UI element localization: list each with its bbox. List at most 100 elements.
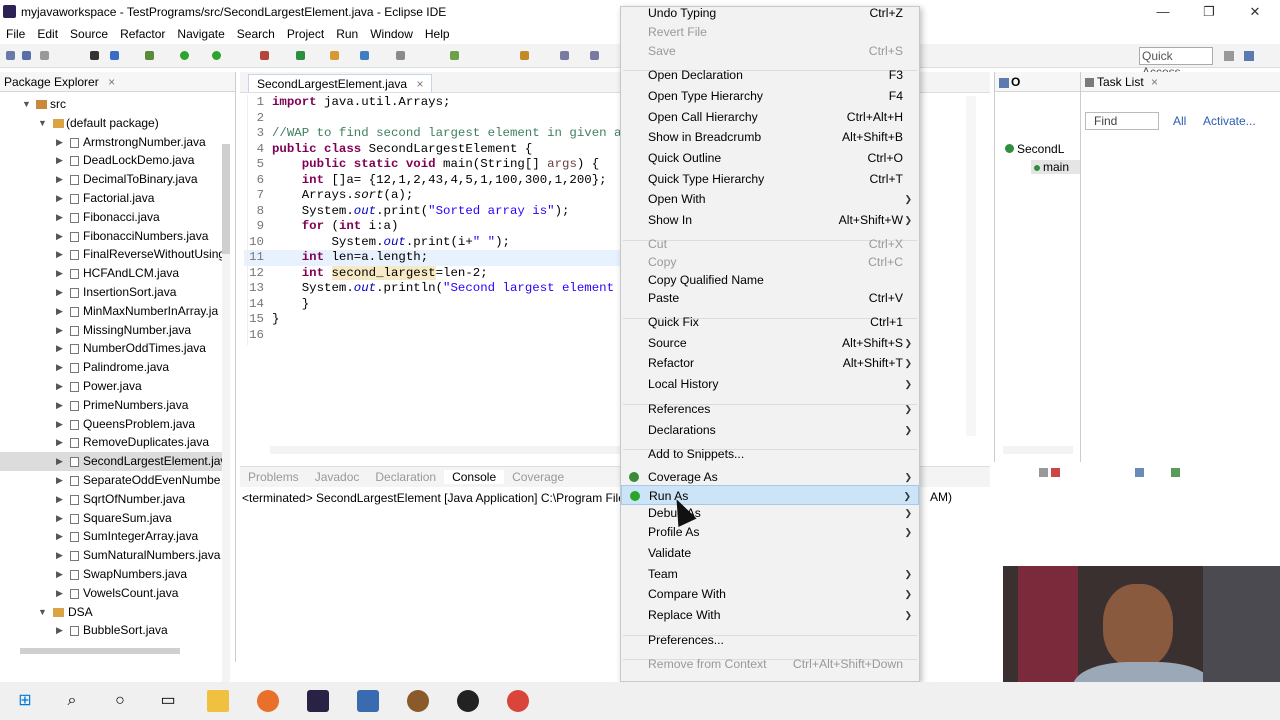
menu-item-profile-as[interactable]: Profile As ❯: [621, 522, 919, 542]
menu-file[interactable]: File: [0, 27, 31, 41]
menu-item-quick-outline[interactable]: Quick Outline Ctrl+O: [621, 148, 919, 168]
tree-item-file[interactable]: ▶ SumNaturalNumbers.java: [0, 546, 222, 565]
scrollbar-thumb[interactable]: [222, 144, 230, 254]
tree-item-file[interactable]: ▶ NumberOddTimes.java: [0, 339, 222, 358]
menu-item-show-in[interactable]: Show In Alt+Shift+W ❯: [621, 210, 919, 230]
menu-item-open-call-hierarchy[interactable]: Open Call Hierarchy Ctrl+Alt+H: [621, 107, 919, 127]
maximize-button[interactable]: ❐: [1186, 0, 1232, 24]
menu-item-quick-type-hierarchy[interactable]: Quick Type Hierarchy Ctrl+T: [621, 169, 919, 189]
search-icon[interactable]: ⌕: [61, 690, 83, 712]
menu-item-open-declaration[interactable]: Open Declaration F3: [621, 65, 919, 85]
tree-item-file[interactable]: ▶ SquareSum.java: [0, 509, 222, 528]
tree-item-file[interactable]: ▶ SecondLargestElement.jav: [0, 452, 226, 471]
tree-item-file[interactable]: ▶ MissingNumber.java: [0, 321, 222, 340]
chevron-right-icon[interactable]: ▶: [56, 509, 63, 528]
menu-window[interactable]: Window: [364, 27, 419, 41]
chevron-right-icon[interactable]: ▶: [56, 208, 63, 227]
tree-item-file[interactable]: ▶ FinalReverseWithoutUsing: [0, 245, 225, 264]
menu-item-copy[interactable]: Copy Ctrl+C: [621, 252, 919, 272]
chevron-right-icon[interactable]: ▶: [56, 339, 63, 358]
tree-item-file[interactable]: ▶ PrimeNumbers.java: [0, 396, 222, 415]
menu-item-save[interactable]: Save Ctrl+S: [621, 41, 919, 61]
chevron-down-icon[interactable]: ▼: [22, 95, 31, 114]
open-console-icon[interactable]: [1171, 468, 1180, 477]
open-type-icon[interactable]: [396, 51, 405, 60]
tab-console[interactable]: Console: [444, 470, 505, 484]
tree-item-file[interactable]: ▶ QueensProblem.java: [0, 415, 222, 434]
annotation-icon[interactable]: [520, 51, 529, 60]
close-icon[interactable]: ×: [416, 77, 423, 91]
menu-item-paste[interactable]: Paste Ctrl+V: [621, 288, 919, 308]
print-icon[interactable]: [90, 51, 99, 60]
file-explorer-icon[interactable]: [207, 690, 229, 712]
menu-item-refactor[interactable]: Refactor Alt+Shift+T ❯: [621, 353, 919, 373]
new-icon[interactable]: [6, 51, 15, 60]
tree-item-file[interactable]: ▶ FibonacciNumbers.java: [0, 227, 222, 246]
outline-class[interactable]: SecondL: [1005, 142, 1064, 156]
chevron-right-icon[interactable]: ▶: [56, 245, 63, 264]
menu-item-declarations[interactable]: Declarations ❯: [621, 420, 919, 440]
menu-item-local-history[interactable]: Local History ❯: [621, 374, 919, 394]
menu-search[interactable]: Search: [231, 27, 281, 41]
chevron-right-icon[interactable]: ▶: [56, 527, 63, 546]
outline-tab[interactable]: O: [995, 72, 1080, 92]
terminal-icon[interactable]: [110, 51, 119, 60]
menu-item-debug-as[interactable]: Debug As ❯: [621, 503, 919, 523]
cortana-icon[interactable]: ○: [109, 690, 131, 712]
chevron-right-icon[interactable]: ▶: [56, 396, 63, 415]
chevron-right-icon[interactable]: ▶: [56, 415, 63, 434]
menu-item-preferences[interactable]: Preferences...: [621, 630, 919, 650]
menu-run[interactable]: Run: [330, 27, 364, 41]
tree-item-file[interactable]: ▶ SumIntegerArray.java: [0, 527, 222, 546]
outline-method[interactable]: main: [1031, 160, 1081, 174]
eclipse-taskbar-icon[interactable]: [307, 690, 329, 712]
chevron-right-icon[interactable]: ▶: [56, 471, 63, 490]
tree-item-file[interactable]: ▶ Factorial.java: [0, 189, 222, 208]
forward-icon[interactable]: [590, 51, 599, 60]
menu-item-cut[interactable]: Cut Ctrl+X: [621, 234, 919, 254]
app-icon[interactable]: [407, 690, 429, 712]
menu-item-source[interactable]: Source Alt+Shift+S ❯: [621, 333, 919, 353]
new-package-icon[interactable]: [330, 51, 339, 60]
tree-item-file[interactable]: ▶ HCFAndLCM.java: [0, 264, 222, 283]
chevron-right-icon[interactable]: ▶: [56, 546, 63, 565]
run-icon[interactable]: [180, 51, 189, 60]
menu-item-revert-file[interactable]: Revert File: [621, 22, 919, 42]
menu-item-validate[interactable]: Validate: [621, 543, 919, 563]
menu-item-run-as[interactable]: Run As ❯: [621, 485, 919, 505]
menu-item-references[interactable]: References ❯: [621, 399, 919, 419]
outline-scrollbar[interactable]: [1003, 446, 1073, 454]
menu-item-quick-fix[interactable]: Quick Fix Ctrl+1: [621, 312, 919, 332]
task-view-icon[interactable]: ▭: [157, 690, 179, 712]
menu-navigate[interactable]: Navigate: [171, 27, 230, 41]
find-input[interactable]: Find: [1085, 112, 1159, 130]
tab-coverage[interactable]: Coverage: [504, 470, 572, 484]
chevron-right-icon[interactable]: ▶: [56, 377, 63, 396]
code-editor[interactable]: 1 import java.util.Arrays; 2 3//WAP to fi…: [244, 95, 629, 343]
task-list-tab[interactable]: Task List ×: [1081, 72, 1280, 92]
debug-icon[interactable]: [145, 51, 154, 60]
editor-scrollbar[interactable]: [966, 96, 976, 436]
tree-item-file[interactable]: ▶ MinMaxNumberInArray.ja: [0, 302, 222, 321]
menu-item-open-type-hierarchy[interactable]: Open Type Hierarchy F4: [621, 86, 919, 106]
chevron-right-icon[interactable]: ▶: [56, 433, 63, 452]
chevron-right-icon[interactable]: ▶: [56, 170, 63, 189]
java-perspective-icon[interactable]: [1244, 51, 1254, 61]
remove-launch-icon[interactable]: [1051, 468, 1060, 477]
tab-problems[interactable]: Problems: [240, 470, 307, 484]
menu-item-undo-typing[interactable]: Undo Typing Ctrl+Z: [621, 3, 919, 23]
horizontal-scrollbar-thumb[interactable]: [20, 648, 180, 654]
tree-item-file[interactable]: ▶ VowelsCount.java: [0, 584, 222, 603]
external-tools-icon[interactable]: [260, 51, 269, 60]
chevron-right-icon[interactable]: ▶: [56, 189, 63, 208]
app-icon[interactable]: [457, 690, 479, 712]
minimize-button[interactable]: —: [1140, 0, 1186, 24]
menu-item-open-with[interactable]: Open With ❯: [621, 189, 919, 209]
tree-item-file[interactable]: ▶ BubbleSort.java: [0, 621, 222, 640]
chrome-icon[interactable]: [507, 690, 529, 712]
chevron-right-icon[interactable]: ▶: [56, 264, 63, 283]
menu-source[interactable]: Source: [64, 27, 114, 41]
activate-link[interactable]: Activate...: [1203, 114, 1256, 128]
menu-edit[interactable]: Edit: [31, 27, 64, 41]
tree-item-file[interactable]: ▶ Palindrome.java: [0, 358, 222, 377]
